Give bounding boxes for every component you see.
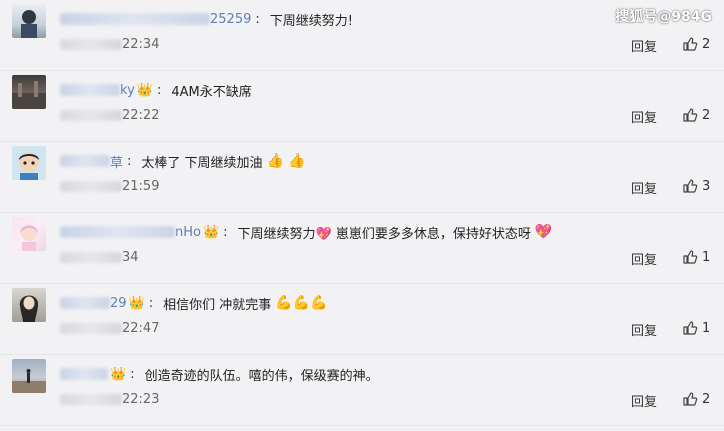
username[interactable]: 草: [110, 152, 123, 171]
avatar[interactable]: [12, 146, 46, 180]
username-blurred: [60, 155, 110, 167]
heart-emoji: 💖: [534, 224, 553, 240]
comment-item: 25259 : 下周继续努力! 22:34 回复 2: [0, 0, 724, 71]
timestamp: 21:59: [122, 178, 160, 194]
like-count: 2: [702, 107, 711, 123]
thumbs-up-icon: [683, 392, 698, 406]
thumbs-up-icon: [683, 321, 698, 335]
reply-button[interactable]: 回复: [631, 178, 657, 197]
thumbs-up-icon: [683, 37, 698, 51]
like-button[interactable]: 2: [682, 391, 710, 407]
username-blurred: [60, 84, 120, 96]
comment-header: 草 : 太棒了 下周继续加油 👍 👍: [60, 150, 306, 172]
comment-item: 29 👑 : 相信你们 冲就完事 💪💪💪 22:47 回复 1: [0, 284, 724, 355]
reply-button[interactable]: 回复: [631, 391, 657, 410]
username[interactable]: 29: [110, 296, 127, 311]
avatar-scene-icon: [12, 81, 46, 109]
comment-header: 25259 : 下周继续努力!: [60, 8, 353, 30]
avatar-portrait-icon: [19, 295, 39, 322]
like-count: 1: [702, 249, 711, 265]
colon-separator: :: [223, 224, 228, 240]
crown-badge-icon: 👑: [202, 224, 220, 240]
avatar[interactable]: [12, 75, 46, 109]
comment-text: 4AM永不缺席: [171, 84, 252, 100]
like-button[interactable]: 2: [682, 36, 710, 52]
like-button[interactable]: 1: [682, 320, 710, 336]
timestamp: 22:22: [122, 107, 160, 123]
colon-separator: :: [127, 153, 132, 169]
comment-text: 下周继续努力!: [269, 13, 353, 29]
avatar-anime-icon: [20, 225, 38, 251]
comment-text: 下周继续努力💖 崽崽们要多多休息，保持好状态呀: [237, 226, 531, 242]
colon-separator: :: [156, 82, 162, 98]
date-blurred: [60, 322, 122, 334]
comment-text: 太棒了 下周继续加油: [141, 155, 263, 171]
comment-time: 22:34: [60, 35, 159, 53]
date-blurred: [60, 109, 122, 121]
thumbs-up-emoji: 👍 👍: [266, 153, 306, 169]
timestamp: 22:47: [122, 320, 160, 336]
avatar-figure-icon: [21, 10, 37, 38]
thumbs-up-icon: [683, 179, 698, 193]
avatar[interactable]: [12, 359, 46, 393]
like-count: 3: [702, 178, 711, 194]
thumbs-up-icon: [683, 108, 698, 122]
comment-time: 22:23: [60, 390, 159, 408]
like-count: 2: [702, 36, 711, 52]
comment-header: 29 👑 : 相信你们 冲就完事 💪💪💪: [60, 292, 328, 314]
comment-item: ky 👑 : 4AM永不缺席 22:22 回复 2: [0, 71, 724, 142]
like-count: 2: [702, 391, 711, 407]
colon-separator: :: [148, 295, 154, 311]
reply-button[interactable]: 回复: [631, 107, 657, 126]
comment-header: ky 👑 : 4AM永不缺席: [60, 79, 252, 101]
username-blurred: [60, 368, 108, 380]
date-blurred: [60, 180, 122, 192]
timestamp: 22:23: [122, 391, 160, 407]
username-blurred: [60, 297, 110, 309]
reply-button[interactable]: 回复: [631, 249, 657, 268]
comment-header: 👑 : 创造奇迹的队伍。嘻的伟，保级赛的神。: [60, 363, 379, 385]
colon-separator: :: [130, 366, 135, 382]
username-blurred: [60, 226, 175, 238]
colon-separator: :: [255, 11, 260, 27]
avatar[interactable]: [12, 4, 46, 38]
thumbs-up-icon: [683, 250, 698, 264]
comment-time: 22:47: [60, 319, 159, 337]
comment-time: 22:22: [60, 106, 159, 124]
crown-badge-icon: 👑: [136, 82, 153, 98]
like-count: 1: [702, 320, 711, 336]
date-blurred: [60, 38, 122, 50]
date-blurred: [60, 393, 122, 405]
like-button[interactable]: 1: [682, 249, 710, 265]
comment-item: nHo 👑 : 下周继续努力💖 崽崽们要多多休息，保持好状态呀 💖 34 回复 …: [0, 213, 724, 284]
avatar[interactable]: [12, 217, 46, 251]
crown-badge-icon: 👑: [128, 295, 145, 311]
crown-badge-icon: 👑: [110, 366, 127, 382]
reply-button[interactable]: 回复: [631, 320, 657, 339]
avatar-beach-icon: [12, 369, 46, 393]
avatar-cartoon-icon: [19, 152, 39, 180]
date-blurred: [60, 251, 122, 263]
comment-text: 创造奇迹的队伍。嘻的伟，保级赛的神。: [144, 368, 379, 384]
reply-button[interactable]: 回复: [631, 36, 657, 55]
comment-header: nHo 👑 : 下周继续努力💖 崽崽们要多多休息，保持好状态呀 💖: [60, 221, 552, 243]
like-button[interactable]: 3: [682, 178, 710, 194]
username[interactable]: 25259: [210, 12, 251, 27]
timestamp: 22:34: [122, 36, 160, 52]
username[interactable]: ky: [120, 83, 135, 98]
comment-time: 21:59: [60, 177, 159, 195]
avatar[interactable]: [12, 288, 46, 322]
comment-time: 34: [60, 248, 139, 266]
username-blurred: [60, 13, 210, 25]
username[interactable]: nHo: [175, 225, 201, 240]
comment-text: 相信你们 冲就完事: [163, 297, 272, 313]
muscle-emoji: 💪💪💪: [275, 295, 328, 311]
like-button[interactable]: 2: [682, 107, 710, 123]
comment-item: 草 : 太棒了 下周继续加油 👍 👍 21:59 回复 3: [0, 142, 724, 213]
comment-item: 👑 : 创造奇迹的队伍。嘻的伟，保级赛的神。 22:23 回复 2: [0, 355, 724, 426]
timestamp: 34: [122, 249, 139, 265]
